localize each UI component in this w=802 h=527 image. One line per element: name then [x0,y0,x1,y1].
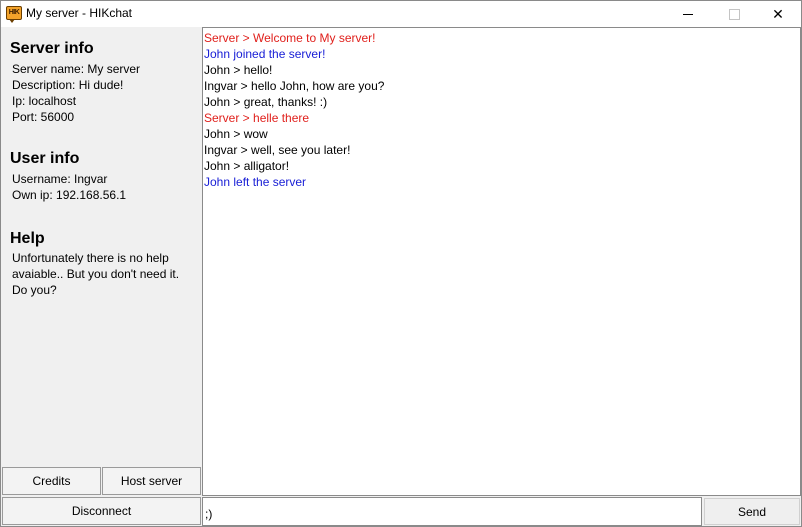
help-title: Help [10,230,45,247]
server-name-line: Server name: My server [12,62,141,76]
maximize-button[interactable] [711,1,757,27]
credits-button[interactable]: Credits [2,467,101,495]
window-title: My server - HIKchat [26,6,133,20]
server-ip-line: Ip: localhost [12,94,77,108]
host-server-button[interactable]: Host server [102,467,201,495]
chat-log[interactable]: Server > Welcome to My server! John join… [202,27,801,496]
info-sidebar: Server info Server name: My server Descr… [1,27,201,526]
server-description-line: Description: Hi dude! [12,78,124,92]
username-line: Username: Ingvar [12,172,108,186]
server-info-title: Server info [10,40,94,57]
chat-message: Server > Welcome to My server! [204,31,376,45]
maximize-icon [728,8,740,20]
own-ip-line: Own ip: 192.168.56.1 [12,188,127,202]
minimize-icon [683,13,693,15]
send-button[interactable]: Send [704,498,800,525]
chat-message: John > wow [204,127,268,141]
chat-message: John > alligator! [204,159,290,173]
chat-message: Ingvar > hello John, how are you? [204,79,385,93]
close-button[interactable]: ✕ [755,1,801,27]
close-icon: ✕ [772,5,784,22]
minimize-button[interactable] [665,1,711,27]
app-window: HIK My server - HIKchat ✕ Server info Se… [0,0,802,527]
chat-message: John > great, thanks! :) [204,95,328,109]
help-text: Unfortunately there is no help avaiable.… [12,251,180,297]
user-info-title: User info [10,150,80,167]
title-bar[interactable]: HIK My server - HIKchat ✕ [1,1,801,27]
chat-bubble-icon: HIK [6,6,22,23]
server-port-line: Port: 56000 [12,110,75,124]
chat-message: John joined the server! [204,47,326,61]
chat-message: John > hello! [204,63,273,77]
message-input[interactable] [202,497,702,526]
disconnect-button[interactable]: Disconnect [2,497,201,525]
chat-message: Ingvar > well, see you later! [204,143,351,157]
chat-message: John left the server [204,175,307,189]
chat-message: Server > helle there [204,111,310,125]
